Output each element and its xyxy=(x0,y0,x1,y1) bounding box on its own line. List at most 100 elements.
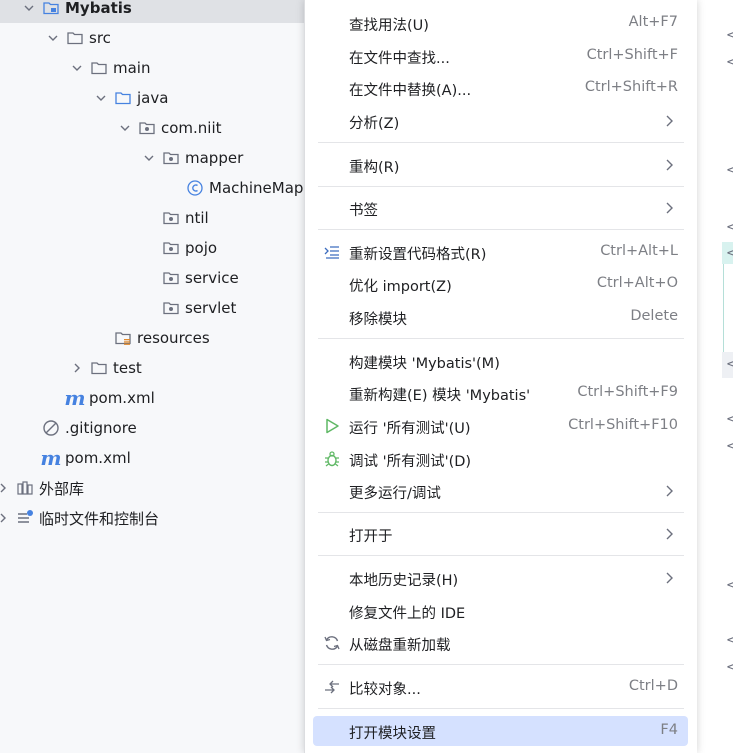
class-icon xyxy=(186,179,204,197)
chevron-down-icon[interactable] xyxy=(46,31,60,45)
menu-item-find-usages[interactable]: 查找用法(U) Alt+F7 xyxy=(313,8,688,38)
tree-label: ntil xyxy=(185,209,209,227)
editor-tag: < xyxy=(726,246,733,261)
menu-item-compare-with[interactable]: 比较对象... Ctrl+D xyxy=(313,672,688,702)
editor-tag: < xyxy=(726,412,733,427)
tree-label: com.niit xyxy=(161,119,222,137)
editor-tag: < xyxy=(726,163,733,178)
menu-item-open-in[interactable]: 打开于 xyxy=(313,519,688,549)
chevron-down-icon[interactable] xyxy=(22,1,36,15)
tree-label: Mybatis xyxy=(65,0,132,17)
chevron-right-icon xyxy=(666,572,673,584)
chevron-down-icon[interactable] xyxy=(70,61,84,75)
library-icon xyxy=(16,479,34,497)
package-icon xyxy=(162,239,180,257)
menu-separator xyxy=(318,708,684,709)
menu-shortcut: Ctrl+Shift+F9 xyxy=(577,384,678,400)
tree-label: main xyxy=(113,59,151,77)
menu-item-more-run[interactable]: 更多运行/调试 xyxy=(313,476,688,506)
tree-label: pom.xml xyxy=(65,449,131,467)
chevron-right-icon xyxy=(666,485,673,497)
menu-item-optimize-imports[interactable]: 优化 import(Z) Ctrl+Alt+O xyxy=(313,269,688,299)
chevron-right-icon xyxy=(666,159,673,171)
menu-label: 重新设置代码格式(R) xyxy=(349,247,487,263)
menu-item-reformat[interactable]: 重新设置代码格式(R) Ctrl+Alt+L xyxy=(313,237,688,267)
module-folder-icon xyxy=(42,0,60,17)
tree-label: pom.xml xyxy=(89,389,155,407)
menu-shortcut: Ctrl+D xyxy=(628,678,678,694)
compare-icon xyxy=(325,680,339,694)
menu-item-debug-tests[interactable]: 调试 '所有测试'(D) xyxy=(313,444,688,474)
editor-tag: < xyxy=(726,439,733,454)
chevron-down-icon[interactable] xyxy=(142,151,156,165)
menu-item-rebuild-module[interactable]: 重新构建(E) 模块 'Mybatis' Ctrl+Shift+F9 xyxy=(313,378,688,408)
tree-label: pojo xyxy=(185,239,218,257)
package-icon xyxy=(162,299,180,317)
menu-shortcut: F4 xyxy=(660,722,678,738)
folder-icon xyxy=(66,29,84,47)
menu-label: 调试 '所有测试'(D) xyxy=(349,454,472,470)
menu-item-remove-module[interactable]: 移除模块 Delete xyxy=(313,302,688,332)
source-folder-icon xyxy=(114,89,132,107)
menu-shortcut: Ctrl+Shift+F10 xyxy=(568,417,678,433)
maven-icon: m xyxy=(40,446,62,470)
menu-label: 重构(R) xyxy=(349,160,400,176)
menu-item-module-settings[interactable]: 打开模块设置 F4 xyxy=(313,716,688,746)
tree-item-gitignore[interactable]: .gitignore xyxy=(0,413,326,443)
package-icon xyxy=(162,269,180,287)
run-icon xyxy=(326,418,339,434)
menu-item-refactor[interactable]: 重构(R) xyxy=(313,150,688,180)
chevron-right-icon[interactable] xyxy=(0,511,10,525)
menu-item-find-in-files[interactable]: 在文件中查找... Ctrl+Shift+F xyxy=(313,41,688,71)
resources-folder-icon xyxy=(114,329,132,347)
package-icon xyxy=(162,209,180,227)
tree-item-src[interactable]: src xyxy=(0,23,350,53)
editor-tag: < xyxy=(726,578,733,593)
chevron-down-icon[interactable] xyxy=(118,121,132,135)
tree-label: src xyxy=(89,29,111,47)
menu-label: 更多运行/调试 xyxy=(349,486,441,502)
menu-shortcut: Ctrl+Alt+L xyxy=(600,243,678,259)
menu-label: 修复文件上的 IDE xyxy=(349,606,466,622)
tree-item-mybatis[interactable]: Mybatis xyxy=(0,0,326,23)
menu-label: 重新构建(E) 模块 'Mybatis' xyxy=(349,388,531,404)
debug-icon xyxy=(325,451,339,467)
menu-separator xyxy=(318,664,684,665)
menu-label: 运行 '所有测试'(U) xyxy=(349,421,471,437)
menu-shortcut: Delete xyxy=(630,308,678,324)
tree-item-pom-root[interactable]: m pom.xml xyxy=(0,443,326,473)
chevron-down-icon[interactable] xyxy=(94,91,108,105)
menu-item-repair-ide[interactable]: 修复文件上的 IDE xyxy=(313,596,688,626)
menu-item-analyze[interactable]: 分析(Z) xyxy=(313,106,688,136)
tree-label: 外部库 xyxy=(39,479,85,498)
tree-label: MachineMap xyxy=(209,179,304,197)
chevron-right-icon[interactable] xyxy=(0,481,10,495)
menu-shortcut: Ctrl+Shift+F xyxy=(586,47,678,63)
reformat-icon xyxy=(324,246,339,259)
tree-item-scratches[interactable]: 临时文件和控制台 xyxy=(0,503,304,533)
menu-item-local-history[interactable]: 本地历史记录(H) xyxy=(313,563,688,593)
menu-label: 本地历史记录(H) xyxy=(349,573,459,589)
tree-item-external-libs[interactable]: 外部库 xyxy=(0,473,304,503)
chevron-right-icon xyxy=(666,528,673,540)
tree-label: 临时文件和控制台 xyxy=(39,509,160,528)
tree-item-pom-inner[interactable]: m pom.xml xyxy=(0,383,350,413)
package-icon xyxy=(162,149,180,167)
menu-item-replace-in-files[interactable]: 在文件中替换(A)... Ctrl+Shift+R xyxy=(313,73,688,103)
menu-shortcut: Ctrl+Alt+O xyxy=(596,275,678,291)
chevron-right-icon xyxy=(666,202,673,214)
menu-item-bookmarks[interactable]: 书签 xyxy=(313,193,688,223)
menu-item-build-module[interactable]: 构建模块 'Mybatis'(M) xyxy=(313,346,688,376)
menu-label: 在文件中替换(A)... xyxy=(349,83,472,99)
chevron-right-icon[interactable] xyxy=(70,361,84,375)
tree-label: test xyxy=(113,359,142,377)
chevron-right-icon xyxy=(666,115,673,127)
maven-icon: m xyxy=(64,386,86,410)
menu-label: 查找用法(U) xyxy=(349,18,429,34)
menu-label: 构建模块 'Mybatis'(M) xyxy=(349,356,500,372)
menu-separator xyxy=(318,142,684,143)
scratch-icon xyxy=(16,509,34,527)
menu-item-reload-from-disk[interactable]: 从磁盘重新加载 xyxy=(313,628,688,658)
menu-label: 在文件中查找... xyxy=(349,51,450,67)
menu-item-run-tests[interactable]: 运行 '所有测试'(U) Ctrl+Shift+F10 xyxy=(313,411,688,441)
